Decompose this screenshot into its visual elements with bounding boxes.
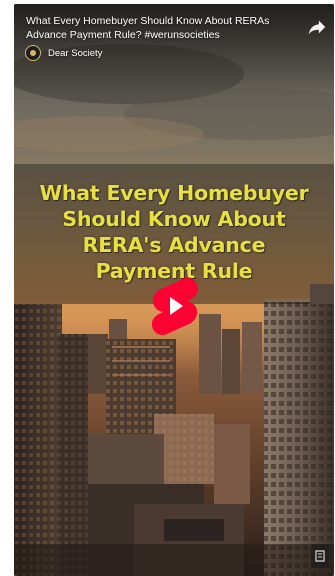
headline-line: Should Know About	[62, 207, 286, 231]
headline-line: RERA's Advance	[82, 233, 266, 257]
channel-avatar-icon[interactable]	[25, 45, 41, 61]
channel-info[interactable]: Dear Society	[25, 45, 102, 61]
channel-name[interactable]: Dear Society	[48, 48, 102, 59]
video-player[interactable]: What Every Homebuyer Should Know About R…	[14, 4, 334, 576]
youtube-shorts-play-icon[interactable]	[149, 276, 201, 336]
headline-line: What Every Homebuyer	[39, 181, 309, 205]
thumbnail-headline: What Every Homebuyer Should Know About R…	[14, 180, 334, 284]
corner-logo-icon	[311, 544, 329, 568]
share-arrow-icon[interactable]	[306, 16, 328, 38]
video-title[interactable]: What Every Homebuyer Should Know About R…	[26, 14, 276, 42]
